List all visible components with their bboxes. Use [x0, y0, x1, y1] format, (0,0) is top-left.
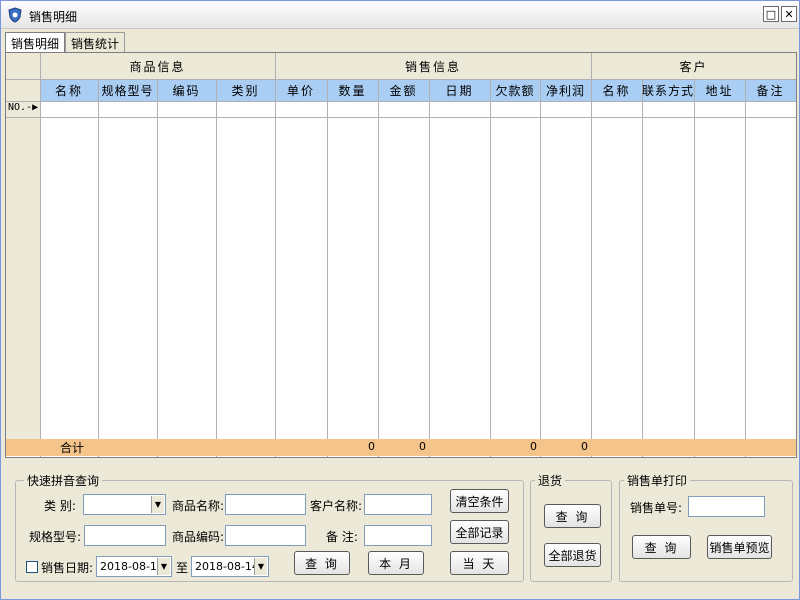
date-to-value: 2018-08-14 — [195, 560, 259, 573]
order-preview-button[interactable]: 销售单预览 — [707, 535, 772, 559]
date-separator: 至 — [176, 561, 189, 575]
col-header-address[interactable]: 地址 — [694, 79, 745, 101]
maximize-button[interactable]: □ — [763, 6, 779, 22]
total-profit: 0 — [581, 440, 588, 453]
row-indicator-label: NO.- — [8, 102, 33, 113]
print-query-button[interactable]: 查 询 — [632, 535, 691, 559]
close-icon: ✕ — [784, 7, 794, 21]
group-header-sales: 销售信息 — [404, 59, 461, 74]
quick-search-title: 快速拼音查询 — [24, 472, 103, 489]
category-select[interactable]: ▼ — [83, 494, 166, 515]
model-label: 规格型号: — [29, 530, 82, 544]
sale-date-label: 销售日期: — [41, 561, 94, 575]
customer-name-label: 客户名称: — [310, 499, 363, 513]
total-quantity: 0 — [368, 440, 375, 453]
current-row-arrow-icon: ▶ — [32, 102, 39, 113]
total-amount: 0 — [419, 440, 426, 453]
col-header-model[interactable]: 规格型号 — [98, 79, 157, 101]
product-code-label: 商品编码: — [172, 530, 225, 544]
returns-panel: 退货 查 询 全部退货 — [530, 472, 612, 582]
chevron-down-icon[interactable]: ▼ — [157, 558, 170, 575]
quick-search-panel: 快速拼音查询 类 别: ▼ 商品名称: 客户名称: 规格型号: 商品编码: 备 … — [15, 472, 524, 582]
order-number-label: 销售单号: — [630, 501, 683, 515]
col-header-amount[interactable]: 金额 — [378, 79, 429, 101]
total-row: 合计 0 0 0 0 — [6, 439, 796, 456]
product-name-input[interactable] — [225, 494, 306, 515]
col-header-debt[interactable]: 欠款额 — [490, 79, 540, 101]
row-indicator: NO.-▶ — [8, 102, 38, 113]
col-header-date[interactable]: 日期 — [429, 79, 490, 101]
app-shield-icon — [8, 7, 22, 23]
main-window: 销售明细 □ ✕ 销售明细 销售统计 商品信息 销售信息 客户 名称 规格型号 … — [0, 0, 800, 600]
sales-data-grid[interactable]: 商品信息 销售信息 客户 名称 规格型号 编码 类别 单价 数量 金额 日期 欠… — [5, 52, 797, 458]
query-button[interactable]: 查 询 — [294, 551, 350, 575]
product-code-input[interactable] — [225, 525, 306, 546]
col-header-category[interactable]: 类别 — [216, 79, 275, 101]
group-header-product: 商品信息 — [129, 59, 186, 74]
date-from-value: 2018-08-14 — [100, 560, 164, 573]
remark-input[interactable] — [364, 525, 432, 546]
today-button[interactable]: 当 天 — [450, 551, 509, 575]
all-records-button[interactable]: 全部记录 — [450, 520, 509, 544]
print-title: 销售单打印 — [624, 472, 691, 489]
total-label: 合计 — [60, 441, 85, 455]
col-header-remark[interactable]: 备注 — [745, 79, 796, 101]
col-header-quantity[interactable]: 数量 — [327, 79, 378, 101]
col-header-product-name[interactable]: 名称 — [40, 79, 98, 101]
customer-name-input[interactable] — [364, 494, 432, 515]
col-header-code[interactable]: 编码 — [157, 79, 216, 101]
all-returns-button[interactable]: 全部退货 — [544, 543, 601, 567]
sales-order-print-panel: 销售单打印 销售单号: 查 询 销售单预览 — [619, 472, 793, 582]
grid-lines — [6, 53, 796, 457]
col-header-contact[interactable]: 联系方式 — [642, 79, 694, 101]
model-input[interactable] — [84, 525, 166, 546]
col-header-net-profit[interactable]: 净利润 — [540, 79, 591, 101]
close-button[interactable]: ✕ — [781, 6, 797, 22]
returns-title: 退货 — [535, 472, 566, 489]
title-bar[interactable]: 销售明细 □ ✕ — [1, 1, 799, 29]
remark-label: 备 注: — [326, 530, 358, 544]
tab-sales-detail[interactable]: 销售明细 — [5, 32, 66, 53]
col-header-customer-name[interactable]: 名称 — [591, 79, 642, 101]
col-header-unit-price[interactable]: 单价 — [275, 79, 327, 101]
window-title: 销售明细 — [29, 10, 78, 24]
order-number-input[interactable] — [688, 496, 765, 517]
category-label: 类 别: — [44, 499, 76, 513]
tab-strip: 销售明细 销售统计 — [5, 32, 126, 53]
maximize-icon: □ — [765, 7, 777, 21]
returns-query-button[interactable]: 查 询 — [544, 504, 601, 528]
chevron-down-icon[interactable]: ▼ — [254, 558, 267, 575]
tab-sales-statistics[interactable]: 销售统计 — [65, 32, 126, 52]
group-header-customer: 客户 — [679, 59, 708, 74]
product-name-label: 商品名称: — [172, 499, 225, 513]
chevron-down-icon[interactable]: ▼ — [151, 496, 164, 513]
clear-conditions-button[interactable]: 清空条件 — [450, 489, 509, 513]
sale-date-checkbox[interactable] — [26, 561, 38, 573]
date-to-picker[interactable]: 2018-08-14 ▼ — [191, 556, 269, 577]
date-from-picker[interactable]: 2018-08-14 ▼ — [96, 556, 172, 577]
this-month-button[interactable]: 本 月 — [368, 551, 424, 575]
total-debt: 0 — [530, 440, 537, 453]
